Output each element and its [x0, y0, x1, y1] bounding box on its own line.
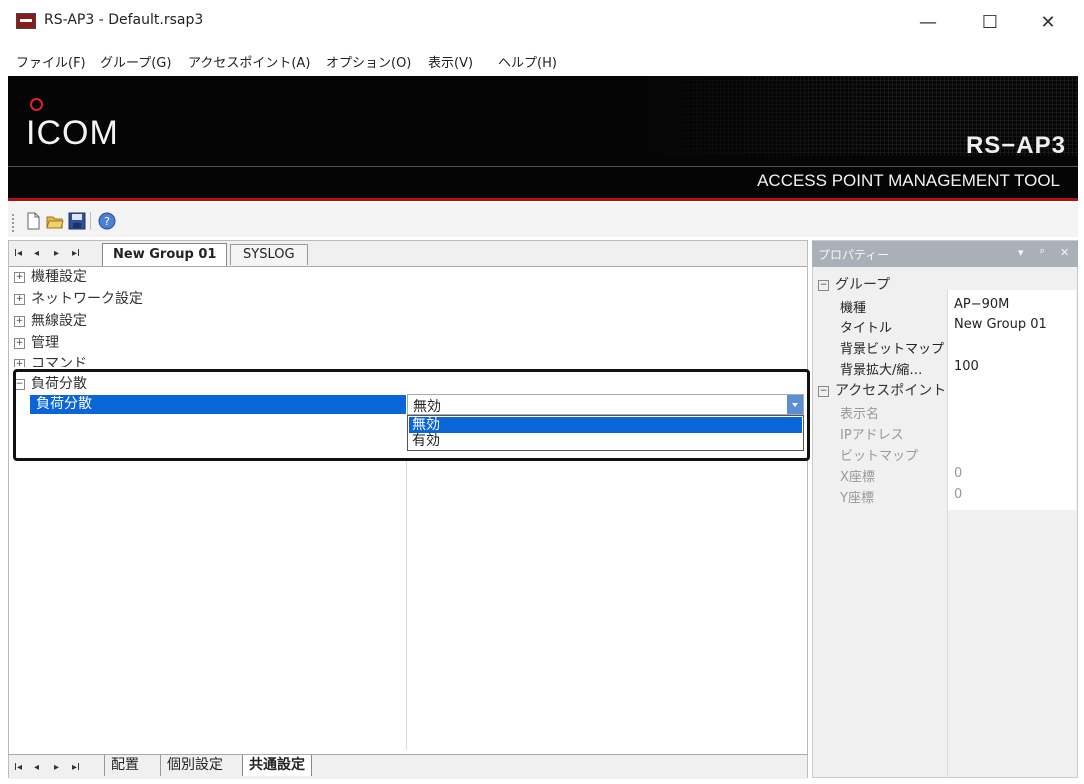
- property-name: X座標: [840, 470, 875, 485]
- prev-view-button[interactable]: ◂: [34, 762, 39, 773]
- menu-options[interactable]: オプション(O): [326, 52, 411, 71]
- property-value: 0: [954, 487, 963, 502]
- tab-common-settings[interactable]: 共通設定: [242, 755, 312, 776]
- tree-item-model[interactable]: + 機種設定: [14, 266, 87, 286]
- property-name: IPアドレス: [840, 428, 904, 443]
- banner-divider: [8, 166, 1078, 167]
- app-icon: [16, 13, 36, 29]
- toolbar-separator: [90, 212, 91, 230]
- help-icon[interactable]: ?: [98, 212, 116, 230]
- collapse-icon[interactable]: −: [818, 385, 829, 397]
- collapse-icon[interactable]: −: [818, 279, 829, 291]
- next-tab-button[interactable]: ▸: [54, 248, 59, 259]
- menu-access-point[interactable]: アクセスポイント(A): [188, 52, 310, 71]
- category-label: グループ: [835, 277, 891, 293]
- minimize-button[interactable]: —: [908, 10, 948, 36]
- last-view-button[interactable]: ▸I: [72, 762, 80, 773]
- expand-icon[interactable]: +: [14, 271, 25, 283]
- toolbar: [8, 203, 1078, 237]
- banner: ICOM RS−AP3 ACCESS POINT MANAGEMENT TOOL: [8, 76, 1078, 200]
- product-name: RS−AP3: [965, 132, 1066, 159]
- property-category-group[interactable]: − グループ: [818, 274, 890, 294]
- maximize-button[interactable]: ☐: [970, 10, 1010, 36]
- property-name: 表示名: [840, 407, 880, 422]
- menu-file[interactable]: ファイル(F): [16, 52, 86, 71]
- icom-logo: ICOM: [26, 114, 119, 152]
- property-name: 背景ビットマップ: [840, 342, 945, 357]
- panel-close-icon[interactable]: ✕: [1060, 246, 1069, 259]
- new-file-icon[interactable]: [24, 212, 42, 230]
- tree-item-label: 機種設定: [31, 269, 87, 285]
- expand-icon[interactable]: +: [14, 358, 25, 367]
- tree-item-label: コマンド: [31, 356, 87, 367]
- menu-help[interactable]: ヘルプ(H): [498, 52, 557, 71]
- first-tab-button[interactable]: I◂: [14, 248, 22, 259]
- property-name: 機種: [840, 301, 867, 316]
- expand-icon[interactable]: +: [14, 293, 25, 305]
- property-name: Y座標: [840, 491, 874, 506]
- property-name: 背景拡大/縮…: [840, 363, 923, 378]
- property-category-access-point[interactable]: − アクセスポイント: [818, 380, 946, 400]
- property-name: タイトル: [840, 321, 893, 336]
- open-folder-icon[interactable]: [46, 212, 64, 230]
- prev-tab-button[interactable]: ◂: [34, 248, 39, 259]
- tab-new-group-01[interactable]: New Group 01: [102, 243, 228, 266]
- next-view-button[interactable]: ▸: [54, 762, 59, 773]
- last-tab-button[interactable]: ▸I: [72, 248, 80, 259]
- property-value[interactable]: 100: [954, 359, 979, 374]
- tree-item-command[interactable]: + コマンド: [14, 353, 87, 367]
- tagline: ACCESS POINT MANAGEMENT TOOL: [757, 171, 1060, 190]
- tab-individual-settings[interactable]: 個別設定: [160, 755, 229, 776]
- tab-layout[interactable]: 配置: [104, 755, 145, 776]
- column-divider: [406, 460, 407, 750]
- save-icon[interactable]: [68, 212, 86, 230]
- properties-title: プロパティー: [818, 248, 890, 262]
- category-label: アクセスポイント: [835, 383, 947, 399]
- highlight-frame: [13, 369, 810, 461]
- tab-syslog[interactable]: SYSLOG: [230, 244, 308, 265]
- window-title: RS-AP3 - Default.rsap3: [44, 12, 204, 28]
- toolbar-grip[interactable]: [12, 214, 16, 232]
- pin-icon[interactable]: ᵖ: [1040, 246, 1045, 259]
- property-value[interactable]: AP−90M: [954, 297, 1009, 312]
- tree-item-network[interactable]: + ネットワーク設定: [14, 288, 143, 308]
- panel-menu-icon[interactable]: ▾: [1018, 246, 1024, 259]
- property-value[interactable]: New Group 01: [954, 317, 1047, 332]
- property-name: ビットマップ: [840, 449, 919, 464]
- tree-item-label: ネットワーク設定: [31, 291, 143, 307]
- close-button[interactable]: ✕: [1028, 10, 1068, 36]
- logo-circle-icon: [30, 98, 43, 111]
- tree-item-wireless[interactable]: + 無線設定: [14, 310, 87, 330]
- tree-item-label: 管理: [31, 335, 59, 351]
- tree-item-label: 無線設定: [31, 313, 87, 329]
- first-view-button[interactable]: I◂: [14, 762, 22, 773]
- expand-icon[interactable]: +: [14, 337, 25, 349]
- banner-accent-line: [8, 198, 1078, 201]
- menu-view[interactable]: 表示(V): [428, 52, 473, 71]
- svg-text:?: ?: [104, 215, 110, 228]
- property-column-divider: [947, 290, 948, 778]
- expand-icon[interactable]: +: [14, 315, 25, 327]
- menu-group[interactable]: グループ(G): [100, 52, 171, 71]
- property-value: 0: [954, 466, 963, 481]
- tree-item-management[interactable]: + 管理: [14, 332, 59, 352]
- main-panel: [8, 240, 808, 778]
